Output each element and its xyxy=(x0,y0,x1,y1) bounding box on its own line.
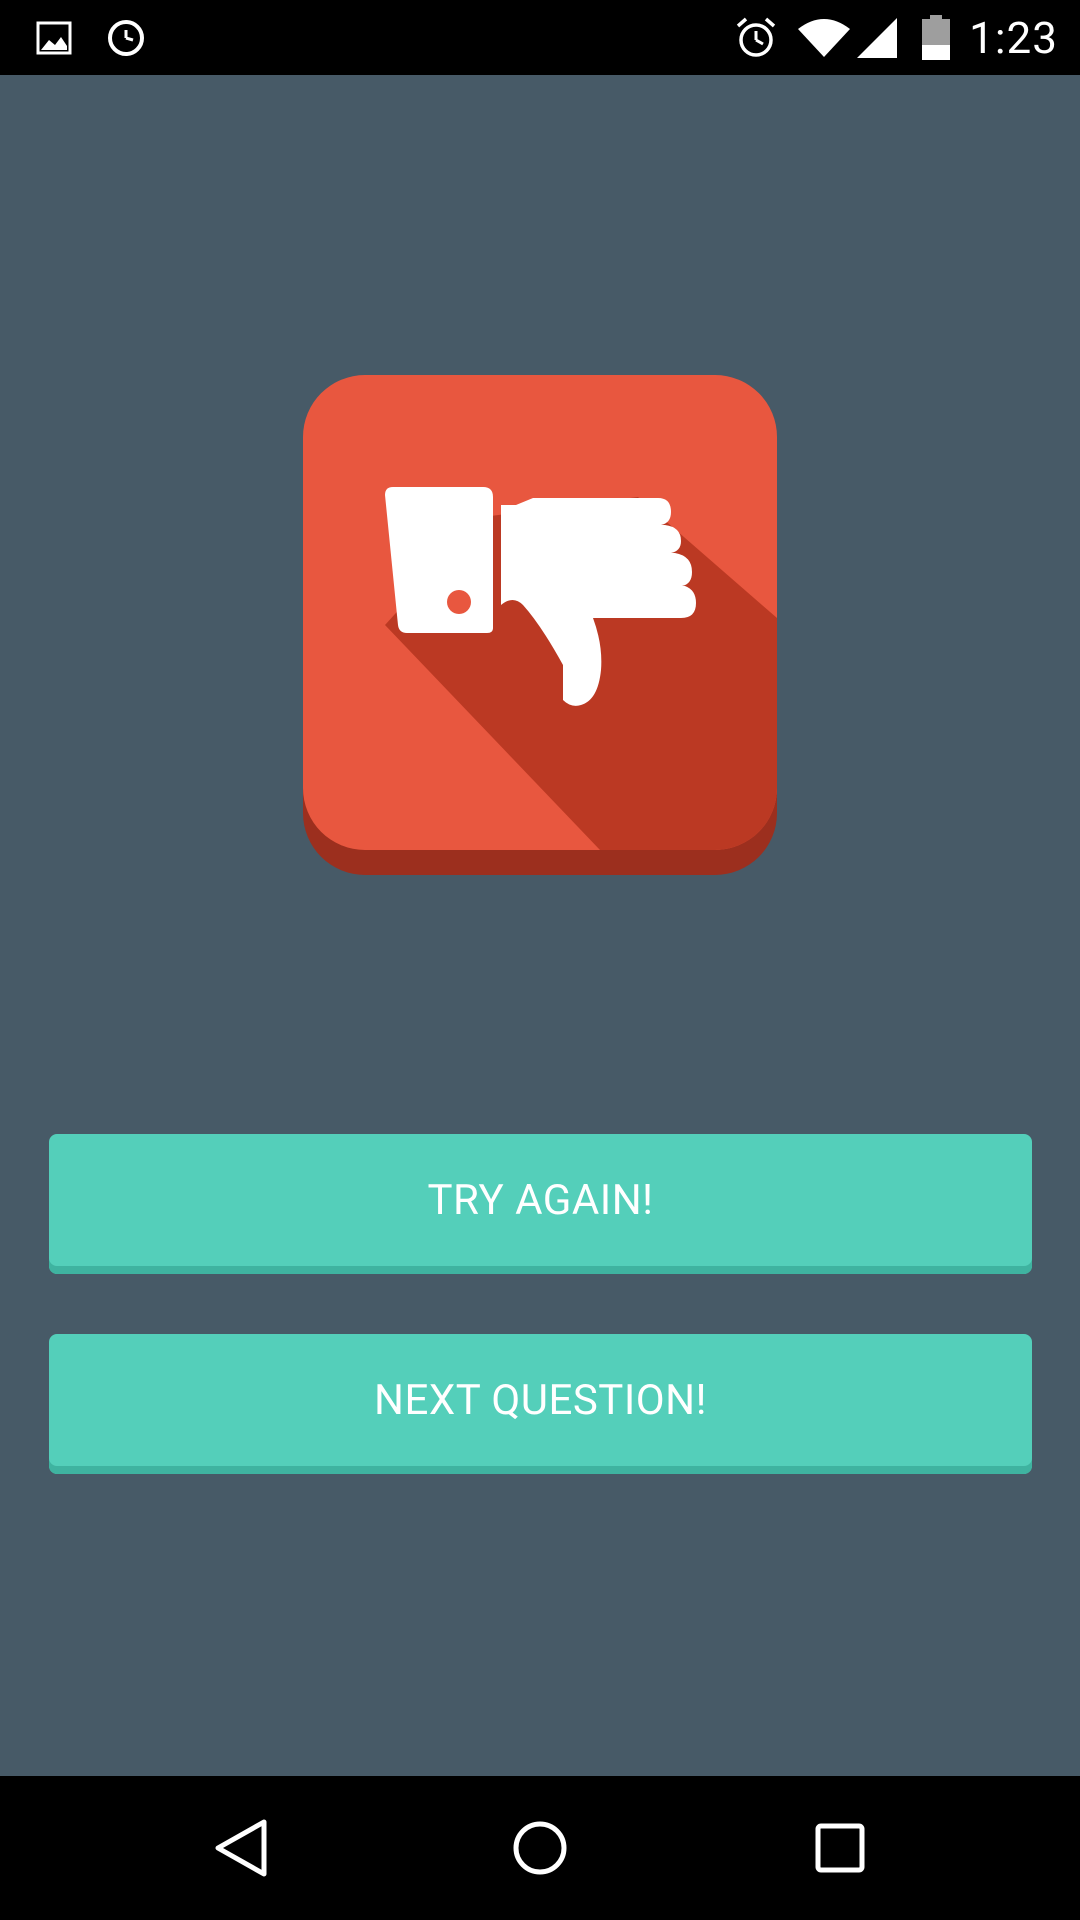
status-bar: 1:23 xyxy=(0,0,1080,75)
clock-icon xyxy=(104,0,148,75)
status-time: 1:23 xyxy=(969,11,1058,64)
signal-icon xyxy=(854,0,900,75)
wifi-icon xyxy=(796,0,852,75)
next-question-button[interactable]: NEXT QUESTION! xyxy=(49,1334,1032,1474)
battery-icon xyxy=(918,0,954,75)
back-icon[interactable] xyxy=(160,1776,320,1920)
home-icon[interactable] xyxy=(460,1776,620,1920)
alarm-icon xyxy=(732,0,780,75)
navigation-bar xyxy=(0,1776,1080,1920)
image-icon xyxy=(34,0,74,75)
recents-icon[interactable] xyxy=(760,1776,920,1920)
thumbs-down-icon xyxy=(303,375,777,875)
try-again-button[interactable]: TRY AGAIN! xyxy=(49,1134,1032,1274)
